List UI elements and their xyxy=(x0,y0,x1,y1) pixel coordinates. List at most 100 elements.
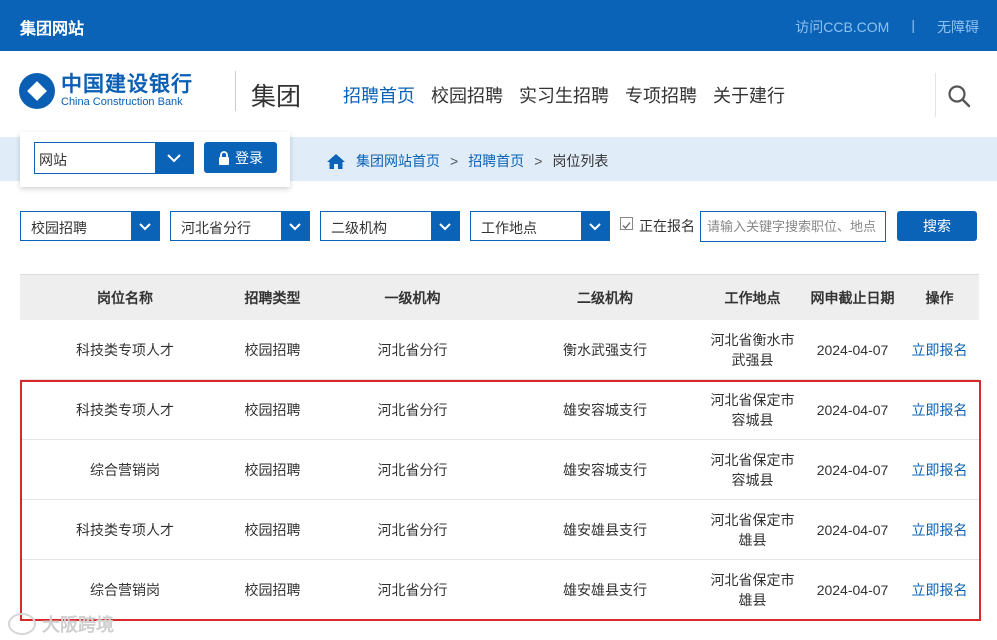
col-header-org1: 一级机构 xyxy=(384,289,441,306)
breadcrumb-home[interactable]: 集团网站首页 xyxy=(356,151,440,171)
check-icon xyxy=(622,222,631,229)
cell-org2: 雄安容城支行 xyxy=(563,401,647,418)
col-header-deadline: 网申截止日期 xyxy=(810,289,895,306)
nav-item[interactable]: 关于建行 xyxy=(713,82,785,108)
cell-deadline: 2024-04-07 xyxy=(816,461,889,478)
chevron-down-icon[interactable] xyxy=(131,212,159,240)
top-bar: 集团网站 访问CCB.COM | 无障碍 xyxy=(0,0,997,51)
col-header-action: 操作 xyxy=(925,289,954,306)
apply-now-link[interactable]: 立即报名 xyxy=(900,340,979,360)
col-header-org2: 二级机构 xyxy=(577,289,633,306)
site-select[interactable]: 网站 xyxy=(34,142,194,174)
apply-now-link[interactable]: 立即报名 xyxy=(900,580,979,600)
cell-org1: 河北省分行 xyxy=(377,521,448,538)
cell-location: 河北省保定市 容城县 xyxy=(700,450,805,490)
cell-location-line1: 河北省衡水市 xyxy=(710,331,795,348)
search-icon[interactable] xyxy=(947,84,971,108)
recruit-type-select[interactable]: 校园招聘 xyxy=(20,211,160,241)
ccb-logo[interactable]: 中国建设银行 China Construction Bank xyxy=(19,73,193,109)
cell-org2: 衡水武强支行 xyxy=(563,341,647,358)
open-only-label[interactable]: 正在报名 xyxy=(639,216,695,236)
col-header-location: 工作地点 xyxy=(724,289,781,306)
table-row: 综合营销岗 校园招聘 河北省分行 雄安容城支行 河北省保定市 容城县 2024-04-07 立… xyxy=(20,440,979,500)
search-divider xyxy=(935,73,936,117)
cell-recruit-type: 校园招聘 xyxy=(244,461,301,478)
cell-job-name: 科技类专项人才 xyxy=(76,341,174,358)
cell-job-name: 科技类专项人才 xyxy=(76,401,174,418)
chevron-down-icon[interactable] xyxy=(281,212,309,240)
chevron-down-icon[interactable] xyxy=(581,212,609,240)
col-header-recruit-type: 招聘类型 xyxy=(244,289,301,306)
accessibility-link[interactable]: 无障碍 xyxy=(937,17,979,37)
cell-location-line1: 河北省保定市 xyxy=(710,451,795,468)
main-header: 中国建设银行 China Construction Bank 集团 招聘首页 校园… xyxy=(0,51,997,137)
login-panel: 网站 登录 xyxy=(20,132,290,187)
sub-org-select[interactable]: 二级机构 xyxy=(320,211,460,241)
cell-deadline: 2024-04-07 xyxy=(816,401,889,418)
chevron-down-icon[interactable] xyxy=(155,143,193,173)
cell-org2: 雄安雄县支行 xyxy=(563,581,647,598)
breadcrumb-recruit-home[interactable]: 招聘首页 xyxy=(468,151,524,171)
cell-location: 河北省保定市 容城县 xyxy=(700,390,805,430)
cell-job-name: 科技类专项人才 xyxy=(76,521,174,538)
cell-recruit-type: 校园招聘 xyxy=(244,581,301,598)
lock-icon xyxy=(219,150,229,165)
cell-org1: 河北省分行 xyxy=(377,401,448,418)
cell-org1: 河北省分行 xyxy=(377,341,448,358)
home-icon xyxy=(327,153,345,169)
cell-deadline: 2024-04-07 xyxy=(816,521,889,538)
table-body: 科技类专项人才 校园招聘 河北省分行 衡水武强支行 河北省衡水市 武强县 2024-04-0… xyxy=(20,320,979,620)
login-label: 登录 xyxy=(235,149,263,166)
table-row: 科技类专项人才 校园招聘 河北省分行 雄安容城支行 河北省保定市 容城县 2024-04-0… xyxy=(20,380,979,440)
job-table: 岗位名称 招聘类型 一级机构 二级机构 工作地点 网申截止日期 操作 科技类专项… xyxy=(20,274,979,620)
cell-org1: 河北省分行 xyxy=(377,581,448,598)
cell-recruit-type: 校园招聘 xyxy=(244,341,301,358)
open-only-checkbox[interactable] xyxy=(620,217,633,230)
chevron-down-icon[interactable] xyxy=(431,212,459,240)
table-header: 岗位名称 招聘类型 一级机构 二级机构 工作地点 网申截止日期 操作 xyxy=(20,274,979,320)
cell-job-name: 综合营销岗 xyxy=(90,461,160,478)
nav-item[interactable]: 实习生招聘 xyxy=(519,82,609,108)
logo-chinese-name: 中国建设银行 xyxy=(61,73,193,96)
sub-org-value: 二级机构 xyxy=(331,220,387,236)
branch-value: 河北省分行 xyxy=(181,220,251,236)
login-button[interactable]: 登录 xyxy=(204,142,277,173)
cell-location-line2: 容城县 xyxy=(731,471,774,488)
branch-select[interactable]: 河北省分行 xyxy=(170,211,310,241)
cell-recruit-type: 校园招聘 xyxy=(244,401,301,418)
cell-location-line1: 河北省保定市 xyxy=(710,511,795,528)
nav-item[interactable]: 专项招聘 xyxy=(625,82,697,108)
cell-location: 河北省保定市 雄县 xyxy=(700,510,805,550)
top-links-separator: | xyxy=(911,17,915,33)
group-label: 集团 xyxy=(251,83,302,111)
watermark-logo-icon xyxy=(8,613,36,635)
search-button[interactable]: 搜索 xyxy=(897,211,977,241)
cell-job-name: 综合营销岗 xyxy=(90,581,160,598)
visit-ccb-link[interactable]: 访问CCB.COM xyxy=(795,17,889,37)
header-divider xyxy=(235,71,236,111)
main-nav: 招聘首页 校园招聘 实习生招聘 专项招聘 关于建行 xyxy=(343,82,785,108)
cell-location-line1: 河北省保定市 xyxy=(710,391,795,408)
cell-location-line2: 武强县 xyxy=(731,351,774,368)
logo-english-name: China Construction Bank xyxy=(61,96,183,108)
cell-recruit-type: 校园招聘 xyxy=(244,521,301,538)
breadcrumb: 集团网站首页 > 招聘首页 > 岗位列表 xyxy=(326,151,608,171)
table-row: 科技类专项人才 校园招聘 河北省分行 雄安雄县支行 河北省保定市 雄县 2024-04-07… xyxy=(20,500,979,560)
nav-item[interactable]: 校园招聘 xyxy=(431,82,503,108)
cell-org1: 河北省分行 xyxy=(377,461,448,478)
apply-now-link[interactable]: 立即报名 xyxy=(900,460,979,480)
apply-now-link[interactable]: 立即报名 xyxy=(900,400,979,420)
cell-location-line1: 河北省保定市 xyxy=(710,571,795,588)
nav-item[interactable]: 招聘首页 xyxy=(343,82,415,108)
table-row: 科技类专项人才 校园招聘 河北省分行 衡水武强支行 河北省衡水市 武强县 2024-04-0… xyxy=(20,320,979,380)
location-select[interactable]: 工作地点 xyxy=(470,211,610,241)
group-site-link[interactable]: 集团网站 xyxy=(20,15,84,39)
cell-org2: 雄安雄县支行 xyxy=(563,521,647,538)
apply-now-link[interactable]: 立即报名 xyxy=(900,520,979,540)
cell-location-line2: 雄县 xyxy=(738,591,767,608)
keyword-search-input[interactable] xyxy=(700,211,886,242)
site-select-value: 网站 xyxy=(39,152,67,168)
location-value: 工作地点 xyxy=(481,220,537,236)
col-header-job-name: 岗位名称 xyxy=(97,289,153,306)
cell-deadline: 2024-04-07 xyxy=(816,581,889,598)
